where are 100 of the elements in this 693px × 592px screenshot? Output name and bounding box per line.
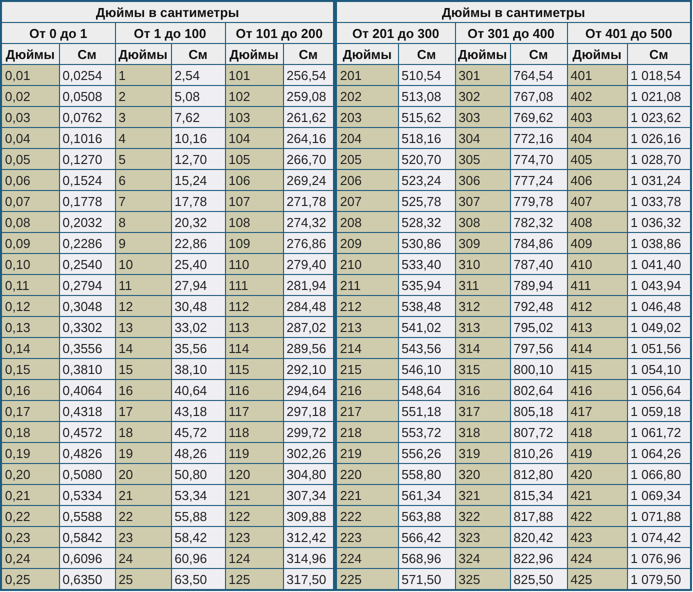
- table-cell: 107: [225, 190, 283, 212]
- table-cell: 767,08: [510, 86, 567, 106]
- table-cell: 568,96: [398, 548, 455, 568]
- table-cell: 314,96: [283, 548, 334, 568]
- table-cell: 15: [115, 358, 171, 380]
- table-cell: 310: [455, 254, 510, 274]
- table-cell: 33,02: [171, 316, 225, 338]
- table-cell: 1 038,86: [627, 232, 691, 254]
- table-cell: 0,16: [1, 380, 59, 400]
- table-cell: 0,4318: [59, 400, 115, 422]
- table-cell: 259,08: [283, 86, 334, 106]
- table-cell: 0,08: [1, 212, 59, 232]
- group-header: От 301 до 400: [455, 22, 567, 44]
- column-header: См: [283, 44, 334, 64]
- table-cell: 0,0254: [59, 64, 115, 86]
- table-cell: 9: [115, 232, 171, 254]
- table-cell: 22: [115, 506, 171, 526]
- table-cell: 211: [336, 274, 398, 296]
- table-cell: 23: [115, 526, 171, 548]
- table-cell: 315: [455, 358, 510, 380]
- table-cell: 123: [225, 526, 283, 548]
- table-cell: 546,10: [398, 358, 455, 380]
- table-cell: 0,10: [1, 254, 59, 274]
- table-cell: 1 021,08: [627, 86, 691, 106]
- table-cell: 269,24: [283, 170, 334, 190]
- table-cell: 1 049,02: [627, 316, 691, 338]
- table-cell: 424: [567, 548, 627, 568]
- table-cell: 404: [567, 128, 627, 148]
- table-cell: 0,20: [1, 464, 59, 484]
- table-cell: 802,64: [510, 380, 567, 400]
- table-cell: 1 046,48: [627, 296, 691, 316]
- table-cell: 324: [455, 548, 510, 568]
- table-cell: 406: [567, 170, 627, 190]
- table-cell: 556,26: [398, 442, 455, 464]
- table-cell: 0,1778: [59, 190, 115, 212]
- table-cell: 40,64: [171, 380, 225, 400]
- table-cell: 50,80: [171, 464, 225, 484]
- table-cell: 256,54: [283, 64, 334, 86]
- table-cell: 3: [115, 106, 171, 128]
- table-cell: 115: [225, 358, 283, 380]
- table-cell: 101: [225, 64, 283, 86]
- table-cell: 403: [567, 106, 627, 128]
- table-cell: 523,24: [398, 170, 455, 190]
- table-cell: 401: [567, 64, 627, 86]
- table-cell: 1 069,34: [627, 484, 691, 506]
- table-cell: 0,19: [1, 442, 59, 464]
- table-cell: 18: [115, 422, 171, 442]
- table-cell: 321: [455, 484, 510, 506]
- table-cell: 303: [455, 106, 510, 128]
- table-cell: 1 079,50: [627, 568, 691, 590]
- table-cell: 769,62: [510, 106, 567, 128]
- table-cell: 513,08: [398, 86, 455, 106]
- table-cell: 789,94: [510, 274, 567, 296]
- table-cell: 317,50: [283, 568, 334, 590]
- table-cell: 411: [567, 274, 627, 296]
- table-cell: 322: [455, 506, 510, 526]
- table-cell: 764,54: [510, 64, 567, 86]
- table-cell: 222: [336, 506, 398, 526]
- table-cell: 1 064,26: [627, 442, 691, 464]
- table-cell: 5: [115, 148, 171, 170]
- table-cell: 538,48: [398, 296, 455, 316]
- table-cell: 1 059,18: [627, 400, 691, 422]
- table-cell: 299,72: [283, 422, 334, 442]
- table-cell: 121: [225, 484, 283, 506]
- table-cell: 305: [455, 148, 510, 170]
- table-cell: 218: [336, 422, 398, 442]
- table-cell: 210: [336, 254, 398, 274]
- table-cell: 304,80: [283, 464, 334, 484]
- table-cell: 800,10: [510, 358, 567, 380]
- table-cell: 319: [455, 442, 510, 464]
- table-cell: 122: [225, 506, 283, 526]
- table-cell: 1 018,54: [627, 64, 691, 86]
- table-cell: 17,78: [171, 190, 225, 212]
- table-cell: 105: [225, 148, 283, 170]
- table-cell: 825,50: [510, 568, 567, 590]
- table-cell: 1 036,32: [627, 212, 691, 232]
- table-cell: 0,24: [1, 548, 59, 568]
- table-cell: 63,50: [171, 568, 225, 590]
- table-cell: 223: [336, 526, 398, 548]
- table-cell: 1 056,64: [627, 380, 691, 400]
- table-cell: 120: [225, 464, 283, 484]
- table-cell: 0,01: [1, 64, 59, 86]
- table-cell: 53,34: [171, 484, 225, 506]
- table-cell: 0,17: [1, 400, 59, 422]
- table-cell: 16: [115, 380, 171, 400]
- table-cell: 543,56: [398, 338, 455, 358]
- table-cell: 0,15: [1, 358, 59, 380]
- table-cell: 421: [567, 484, 627, 506]
- table-cell: 0,06: [1, 170, 59, 190]
- table-cell: 0,11: [1, 274, 59, 296]
- table-cell: 289,56: [283, 338, 334, 358]
- table-cell: 284,48: [283, 296, 334, 316]
- table-cell: 420: [567, 464, 627, 484]
- table-cell: 323: [455, 526, 510, 548]
- table-cell: 413: [567, 316, 627, 338]
- column-header: Дюймы: [455, 44, 510, 64]
- table-cell: 55,88: [171, 506, 225, 526]
- column-header: См: [510, 44, 567, 64]
- table-cell: 20: [115, 464, 171, 484]
- table-cell: 518,16: [398, 128, 455, 148]
